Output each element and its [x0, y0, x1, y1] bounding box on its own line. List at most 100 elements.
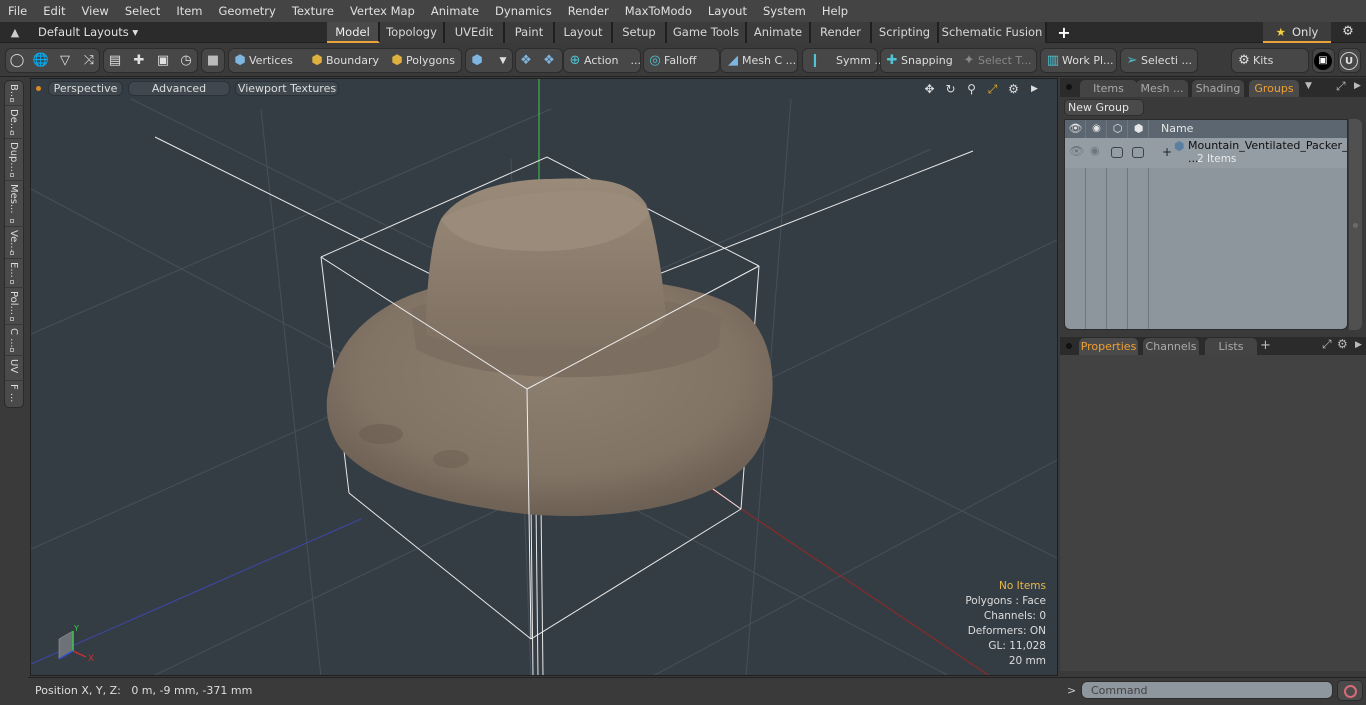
tab-scripting[interactable]: Scripting: [872, 22, 939, 43]
menu-animate[interactable]: Animate: [423, 0, 487, 22]
panel-arrow-icon[interactable]: ▶: [1355, 340, 1362, 350]
name-column-header[interactable]: Name: [1161, 120, 1193, 138]
vtab-basic[interactable]: B...: [5, 81, 25, 106]
menu-item[interactable]: Item: [168, 0, 210, 22]
tab-channels[interactable]: Channels: [1143, 338, 1199, 355]
gear-icon[interactable]: ⚙: [1340, 24, 1356, 40]
menu-file[interactable]: File: [0, 0, 35, 22]
lock-toggle[interactable]: [1111, 147, 1123, 158]
menu-layout[interactable]: Layout: [700, 0, 755, 22]
cross-icon[interactable]: ✚: [130, 48, 148, 73]
perspective-button[interactable]: Perspective: [48, 81, 123, 96]
visibility-eye-icon[interactable]: 👁: [1069, 144, 1084, 158]
snapping-button[interactable]: ✚ Snapping: [883, 48, 953, 73]
tab-animate[interactable]: Animate: [747, 22, 811, 43]
menu-select[interactable]: Select: [117, 0, 168, 22]
vtab-curve[interactable]: C ...: [5, 325, 25, 356]
viewport-textures-button[interactable]: Viewport Textures: [235, 81, 339, 96]
panel-arrow-icon[interactable]: ▶: [1354, 81, 1361, 91]
tab-render[interactable]: Render: [811, 22, 872, 43]
vertices-button[interactable]: ⬢ Vertices: [231, 48, 293, 73]
vtab-polygon[interactable]: Pol...: [5, 288, 25, 325]
scroll-handle[interactable]: [1353, 223, 1358, 228]
maximize-icon[interactable]: ⤢: [984, 81, 1001, 97]
add-panel-tab-button[interactable]: +: [1260, 338, 1271, 353]
kits[interactable]: ⚙ Kits: [1235, 48, 1273, 73]
pen-icon[interactable]: ▽: [56, 48, 74, 73]
select-through-button[interactable]: ✦ Select T...: [960, 48, 1032, 73]
tab-setup[interactable]: Setup: [613, 22, 667, 43]
tab-schematic-fusion[interactable]: Schematic Fusion: [939, 22, 1047, 43]
groups-scrollbar[interactable]: [1349, 119, 1362, 330]
expand-plus-icon[interactable]: +: [1162, 145, 1172, 159]
viewport-indicator-dot[interactable]: [36, 86, 41, 91]
square-target-icon[interactable]: ▣: [154, 48, 172, 73]
local-axis-icon[interactable]: ❖: [540, 48, 558, 73]
polygons-button[interactable]: ⬢ Polygons: [388, 48, 455, 73]
vtab-duplicate[interactable]: Dup...: [5, 139, 25, 181]
menu-help[interactable]: Help: [814, 0, 856, 22]
3d-viewport[interactable]: X Y Perspective Advanced Viewport Textur…: [30, 78, 1058, 676]
rotate-icon[interactable]: ↻: [942, 81, 959, 97]
boundary-button[interactable]: ⬢ Boundary: [308, 48, 379, 73]
default-layouts-dropdown[interactable]: Default Layouts ▾: [38, 22, 138, 43]
tab-paint[interactable]: Paint: [505, 22, 555, 43]
render-toggle-icon[interactable]: ◉: [1090, 144, 1100, 157]
menu-vertex-map[interactable]: Vertex Map: [342, 0, 423, 22]
advanced-button[interactable]: Advanced: [128, 81, 230, 96]
panel-maximize-icon[interactable]: ⤢: [1336, 79, 1346, 94]
group-row[interactable]: 👁 ◉ + ⬢ Mountain_Ventilated_Packer_ ... …: [1065, 138, 1347, 168]
menu-system[interactable]: System: [755, 0, 814, 22]
vtab-vertex[interactable]: Ve...: [5, 227, 25, 259]
globe-icon[interactable]: 🌐: [32, 48, 50, 73]
add-tab-button[interactable]: +: [1057, 22, 1071, 43]
circle-select-icon[interactable]: ◯: [8, 48, 26, 73]
vtab-edge[interactable]: E...: [5, 259, 25, 288]
tab-uvedit[interactable]: UVEdit: [445, 22, 505, 43]
menu-dynamics[interactable]: Dynamics: [487, 0, 560, 22]
menu-geometry[interactable]: Geometry: [211, 0, 284, 22]
command-input[interactable]: Command: [1081, 681, 1333, 699]
material-dropdown-icon[interactable]: ▼: [494, 48, 512, 73]
tab-shading[interactable]: Shading: [1192, 80, 1244, 97]
lasso-icon[interactable]: ⤨: [80, 48, 98, 73]
tab-items[interactable]: Items: [1080, 80, 1137, 97]
vtab-fusion[interactable]: F ...: [5, 381, 25, 408]
expand-arrow-icon[interactable]: ▶: [1026, 81, 1043, 97]
command-history-button[interactable]: [1337, 680, 1363, 701]
tab-groups[interactable]: Groups: [1249, 80, 1299, 97]
align-icon[interactable]: ▤: [106, 48, 124, 73]
menu-render[interactable]: Render: [560, 0, 617, 22]
tab-mesh[interactable]: Mesh ...: [1136, 80, 1188, 97]
panel-maximize-icon[interactable]: ⤢: [1322, 337, 1332, 352]
menu-view[interactable]: View: [74, 0, 117, 22]
vtab-deform[interactable]: De...: [5, 106, 25, 139]
dial-icon[interactable]: ◷: [177, 48, 195, 73]
only-button[interactable]: ★ Only: [1263, 22, 1331, 43]
select-toggle[interactable]: [1132, 147, 1144, 158]
falloff[interactable]: ◎ Falloff: [646, 48, 696, 73]
panel-gear-icon[interactable]: ⚙: [1337, 337, 1348, 351]
tab-model[interactable]: Model: [327, 22, 380, 43]
collapse-up-icon[interactable]: ▲: [8, 26, 22, 39]
selection-sets[interactable]: ➢ Selecti ...: [1123, 48, 1192, 73]
viewport-gear-icon[interactable]: ⚙: [1005, 81, 1022, 97]
tab-lists[interactable]: Lists: [1205, 338, 1257, 355]
vtab-mesh-edit[interactable]: Mes...: [5, 181, 25, 227]
zoom-icon[interactable]: ⚲: [963, 81, 980, 97]
tab-game-tools[interactable]: Game Tools: [667, 22, 747, 43]
tab-properties[interactable]: Properties: [1079, 338, 1138, 355]
world-axis-icon[interactable]: ❖: [517, 48, 535, 73]
menu-maxtomodo[interactable]: MaxToModo: [617, 0, 700, 22]
tab-layout[interactable]: Layout: [555, 22, 613, 43]
vtab-uv[interactable]: UV: [5, 356, 25, 381]
symmetry[interactable]: ❙ Symm ...: [806, 48, 885, 73]
action-center[interactable]: ⊕ Action...: [566, 48, 641, 73]
new-group-button[interactable]: New Group: [1064, 99, 1144, 116]
menu-edit[interactable]: Edit: [35, 0, 73, 22]
tab-topology[interactable]: Topology: [380, 22, 445, 43]
tabs-dropdown-icon[interactable]: ▼: [1305, 81, 1312, 91]
work-plane[interactable]: ▥ Work Pl...: [1044, 48, 1114, 73]
mesh-constraint[interactable]: ◢ Mesh C ...: [724, 48, 796, 73]
menu-texture[interactable]: Texture: [284, 0, 342, 22]
